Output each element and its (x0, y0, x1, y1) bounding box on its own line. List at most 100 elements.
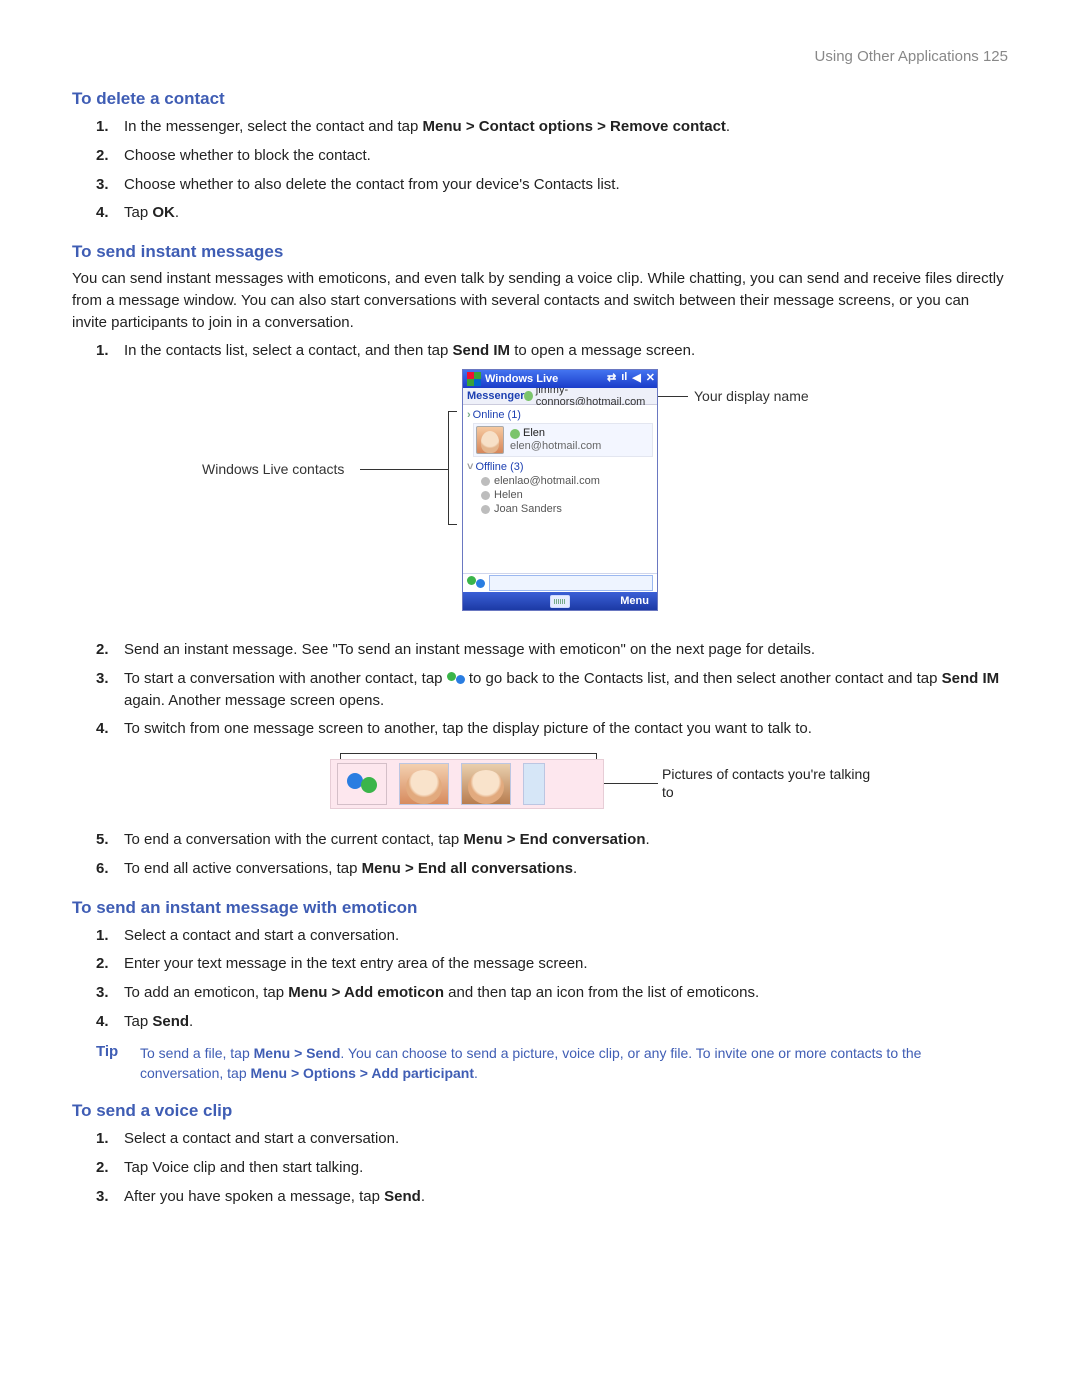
bold-text: Send IM (453, 342, 511, 359)
bold-text: Menu > Options > Add participant (251, 1065, 475, 1081)
text: . (175, 204, 179, 221)
bold-text: Menu > End conversation (463, 831, 645, 848)
system-tray: ⇄ ıl ◀ ✕ (607, 371, 655, 384)
list-item: After you have spoken a message, tap Sen… (124, 1186, 1008, 1208)
list-send-im-c: To end a conversation with the current c… (72, 829, 1008, 880)
list-item: Choose whether to block the contact. (124, 145, 1008, 167)
close-icon: ✕ (646, 371, 655, 384)
message-input (489, 575, 653, 591)
tip-label: Tip (96, 1043, 140, 1084)
person-icon (524, 391, 532, 401)
list-item: To start a conversation with another con… (124, 668, 1008, 712)
windows-flag-icon (467, 372, 481, 386)
messenger-screenshot: Windows Live ⇄ ıl ◀ ✕ Messenger jimmy-co… (462, 369, 658, 611)
text: . (573, 860, 577, 877)
window-title: Windows Live (485, 373, 558, 385)
bold-text: Send (384, 1188, 421, 1205)
volume-icon: ◀ (632, 371, 640, 384)
callout-line (658, 396, 688, 397)
tip-body: To send a file, tap Menu > Send. You can… (140, 1043, 1008, 1084)
text: To start a conversation with another con… (124, 670, 447, 687)
bold-text: Menu > End all conversations (362, 860, 573, 877)
list-delete-contact: In the messenger, select the contact and… (72, 116, 1008, 224)
text: to go back to the Contacts list, and the… (465, 670, 942, 687)
group-offline: ˅Offline (3) (467, 461, 653, 473)
callout-contacts-label: Windows Live contacts (202, 461, 344, 477)
avatar (462, 764, 510, 804)
text: To add an emoticon, tap (124, 984, 288, 1001)
text: . (474, 1065, 478, 1081)
list-item: Tap Voice clip and then start talking. (124, 1157, 1008, 1179)
sync-icon: ⇄ (607, 371, 616, 384)
text: . (726, 118, 730, 135)
softkey-menu: Menu (620, 595, 649, 607)
heading-send-im: To send instant messages (72, 242, 1008, 262)
bold-text: OK (152, 204, 175, 221)
list-send-im-a: In the contacts list, select a contact, … (72, 340, 1008, 362)
contact-email: elen@hotmail.com (510, 440, 601, 453)
text: To end a conversation with the current c… (124, 831, 463, 848)
list-item: Send an instant message. See "To send an… (124, 639, 1008, 661)
chevron-down-icon: ˅ (467, 461, 473, 473)
list-item: To switch from one message screen to ano… (124, 718, 1008, 740)
list-voice-clip: Select a contact and start a conversatio… (72, 1128, 1008, 1207)
tile-contact (461, 763, 511, 805)
person-icon (481, 491, 490, 500)
list-item: Choose whether to also delete the contac… (124, 174, 1008, 196)
contact-email: elenlao@hotmail.com (494, 475, 600, 487)
paragraph: You can send instant messages with emoti… (72, 268, 1008, 333)
list-send-im-b: Send an instant message. See "To send an… (72, 639, 1008, 740)
person-icon (481, 505, 490, 514)
contact-name: Helen (494, 489, 523, 501)
people-icon (467, 576, 485, 590)
list-item: Tap Send. (124, 1011, 1008, 1033)
bold-text: Send (152, 1013, 189, 1030)
avatar (476, 426, 504, 454)
contacts-list: ›Online (1) Elen elen@hotmail.com ˅Offli… (463, 405, 657, 575)
callout-strip-label: Pictures of contacts you're talking to (662, 765, 882, 801)
people-icon (347, 771, 377, 797)
callout-line (596, 783, 658, 784)
heading-emoticon: To send an instant message with emoticon (72, 898, 1008, 918)
contact-name: Joan Sanders (494, 503, 562, 515)
callout-bracket (448, 411, 457, 525)
footer-toolbar (463, 573, 657, 592)
tip: Tip To send a file, tap Menu > Send. You… (72, 1043, 1008, 1084)
text: . (189, 1013, 193, 1030)
list-item: To end all active conversations, tap Men… (124, 858, 1008, 880)
softkey-bar: Menu (463, 592, 657, 610)
heading-delete-contact: To delete a contact (72, 89, 1008, 109)
list-item: To add an emoticon, tap Menu > Add emoti… (124, 982, 1008, 1004)
text: . (421, 1188, 425, 1205)
signal-icon: ıl (621, 371, 627, 384)
list-item: Enter your text message in the text entr… (124, 953, 1008, 975)
figure-messenger: Windows Live contacts Your display name … (72, 369, 1008, 629)
tile-people (337, 763, 387, 805)
list-item: Tap OK. (124, 202, 1008, 224)
window-titlebar: Windows Live ⇄ ıl ◀ ✕ (463, 370, 657, 388)
text: and then tap an icon from the list of em… (444, 984, 759, 1001)
list-item: In the messenger, select the contact and… (124, 116, 1008, 138)
contact-row: Helen (481, 489, 653, 501)
tile-more (523, 763, 545, 805)
messenger-tab: Messenger (467, 390, 524, 402)
callout-line (340, 753, 596, 754)
text: In the messenger, select the contact and… (124, 118, 423, 135)
text: After you have spoken a message, tap (124, 1188, 384, 1205)
text: again. Another message screen opens. (124, 692, 384, 709)
text: In the contacts list, select a contact, … (124, 342, 453, 359)
text: Tap (124, 204, 152, 221)
person-icon (481, 477, 490, 486)
list-item: To end a conversation with the current c… (124, 829, 1008, 851)
group-label: Offline (3) (475, 461, 523, 473)
tile-contact (399, 763, 449, 805)
contact-row: Joan Sanders (481, 503, 653, 515)
contact-strip (330, 759, 604, 809)
contact-name: Elen (523, 427, 545, 440)
list-item: Select a contact and start a conversatio… (124, 925, 1008, 947)
person-icon (510, 429, 520, 439)
running-head: Using Other Applications 125 (72, 48, 1008, 65)
avatar (400, 764, 448, 804)
text: To end all active conversations, tap (124, 860, 362, 877)
text: To send a file, tap (140, 1045, 254, 1061)
